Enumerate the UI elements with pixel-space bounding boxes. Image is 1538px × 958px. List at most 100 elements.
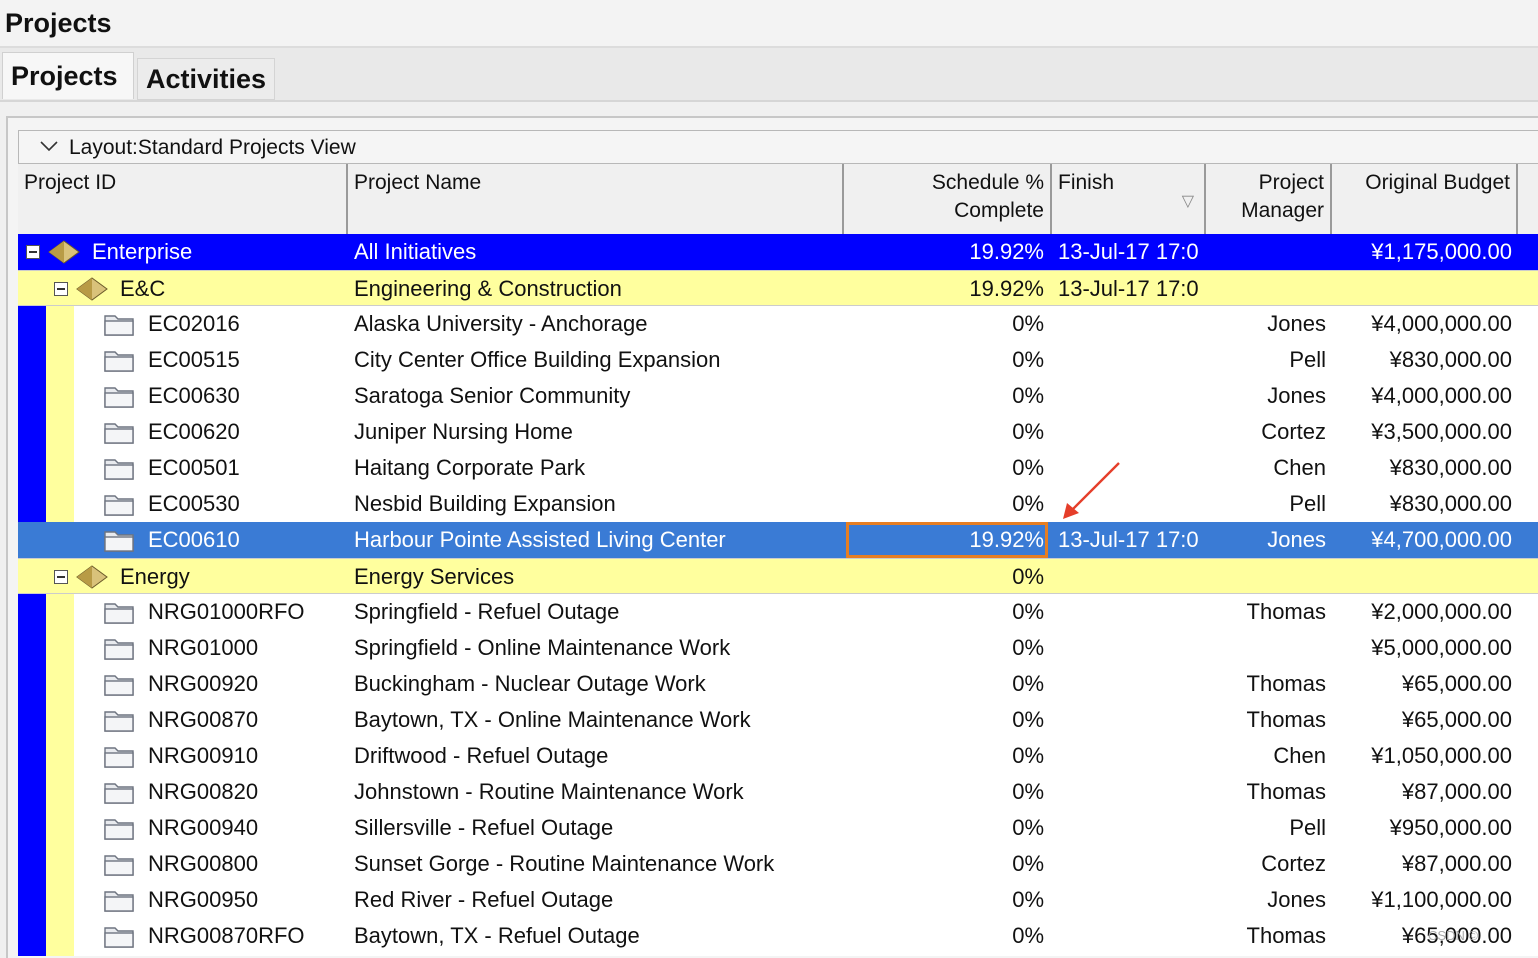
schedule-pct-cell: 0% — [1012, 923, 1044, 948]
table-row[interactable]: EC00530 Nesbid Building Expansion 0% Pell ¥8… — [74, 486, 1538, 522]
collapse-toggle-icon[interactable] — [54, 570, 68, 584]
column-header-row: Project ID Project Name Schedule % Compl… — [18, 164, 1538, 236]
project-manager-cell: Cortez — [1261, 419, 1326, 444]
project-name-cell: Baytown, TX - Online Maintenance Work — [354, 707, 751, 732]
folder-icon — [104, 387, 134, 408]
folder-icon — [104, 711, 134, 732]
watermark: CSDN © — [1428, 928, 1479, 943]
folder-icon — [104, 747, 134, 768]
project-manager-cell: Thomas — [1246, 923, 1326, 948]
table-row[interactable]: EC00620 Juniper Nursing Home 0% Cortez ¥3,50… — [74, 414, 1538, 450]
project-manager-cell: Thomas — [1246, 707, 1326, 732]
table-row[interactable]: NRG01000RFO Springfield - Refuel Outage 0%… — [74, 594, 1538, 630]
project-manager-cell: Thomas — [1246, 599, 1326, 624]
project-id-cell: NRG00870RFO — [148, 923, 305, 948]
project-id-cell: NRG00800 — [148, 851, 259, 876]
schedule-pct-cell: 0% — [1012, 635, 1044, 660]
folder-icon — [104, 603, 134, 624]
project-name-cell: Nesbid Building Expansion — [354, 491, 616, 516]
focused-cell-outline — [846, 522, 1048, 558]
project-name-cell: Sunset Gorge - Routine Maintenance Work — [354, 851, 775, 876]
energy-indent-bar — [46, 594, 74, 956]
schedule-pct-cell: 0% — [1012, 707, 1044, 732]
column-header-finish[interactable]: Finish ▽ — [1052, 164, 1206, 234]
table-row[interactable]: NRG01000 Springfield - Online Maintenance… — [74, 630, 1538, 666]
original-budget-cell: ¥3,500,000.00 — [1371, 419, 1512, 444]
schedule-pct-cell: 0% — [1012, 419, 1044, 444]
original-budget-cell: ¥65,000.00 — [1401, 671, 1512, 696]
project-manager-cell: Chen — [1273, 455, 1326, 480]
original-budget-cell: ¥830,000.00 — [1389, 491, 1512, 516]
project-manager-cell: Pell — [1289, 815, 1326, 840]
project-id-cell: EC00610 — [148, 527, 240, 552]
group-row[interactable]: Energy Energy Services 0% — [18, 558, 1538, 594]
chevron-down-icon[interactable] — [39, 139, 59, 153]
project-manager-cell: Pell — [1289, 491, 1326, 516]
project-name-cell: Energy Services — [354, 564, 515, 589]
tab-activities[interactable]: Activities — [137, 58, 275, 100]
project-name-cell: Red River - Refuel Outage — [354, 887, 614, 912]
project-name-cell: Baytown, TX - Refuel Outage — [354, 923, 640, 948]
table-row[interactable]: NRG00910 Driftwood - Refuel Outage 0% Chen ¥… — [74, 738, 1538, 774]
schedule-pct-cell: 0% — [1012, 491, 1044, 516]
original-budget-cell: ¥950,000.00 — [1389, 815, 1512, 840]
projects-grid[interactable]: Enterprise All Initiatives 19.92% 13-Jul-17… — [18, 234, 1538, 956]
project-name-cell: Haitang Corporate Park — [354, 455, 586, 480]
layout-bar[interactable]: Layout:Standard Projects View — [18, 130, 1538, 164]
original-budget-cell: ¥830,000.00 — [1389, 455, 1512, 480]
finish-cell: 13-Jul-17 17:0( — [1058, 527, 1200, 552]
column-header-original-budget[interactable]: Original Budget — [1332, 164, 1518, 234]
project-name-cell: Springfield - Online Maintenance Work — [354, 635, 731, 660]
column-header-project-id[interactable]: Project ID — [18, 164, 348, 234]
schedule-pct-cell: 0% — [1012, 887, 1044, 912]
schedule-pct-cell: 0% — [1012, 564, 1044, 589]
project-name-cell: Buckingham - Nuclear Outage Work — [354, 671, 706, 696]
table-row[interactable]: NRG00820 Johnstown - Routine Maintenance … — [74, 774, 1538, 810]
project-id-cell: NRG00950 — [148, 887, 259, 912]
project-id-cell: NRG01000 — [148, 635, 259, 660]
original-budget-cell: ¥4,000,000.00 — [1371, 311, 1512, 336]
project-id-cell: EC00515 — [148, 347, 240, 372]
table-row[interactable]: EC00515 City Center Office Building Expan… — [74, 342, 1538, 378]
table-row[interactable]: NRG00950 Red River - Refuel Outage 0% Jones… — [74, 882, 1538, 918]
original-budget-cell: ¥4,000,000.00 — [1371, 383, 1512, 408]
folder-icon — [104, 927, 134, 948]
window-title: Projects — [5, 8, 112, 38]
project-manager-cell: Thomas — [1246, 671, 1326, 696]
table-row[interactable]: EC02016 Alaska University - Anchorage 0% Jo… — [74, 306, 1538, 342]
schedule-pct-cell: 0% — [1012, 743, 1044, 768]
table-row[interactable]: NRG00800 Sunset Gorge - Routine Maintenan… — [74, 846, 1538, 882]
folder-icon — [104, 495, 134, 516]
table-row[interactable]: EC00501 Haitang Corporate Park 0% Chen ¥830,… — [74, 450, 1538, 486]
project-id-cell: EC00530 — [148, 491, 240, 516]
project-id-cell: E&C — [120, 276, 166, 301]
project-manager-cell: Chen — [1273, 743, 1326, 768]
original-budget-cell: ¥87,000.00 — [1401, 851, 1512, 876]
column-header-project-name[interactable]: Project Name — [348, 164, 844, 234]
enterprise-indent-bar — [18, 270, 46, 956]
project-id-cell: Enterprise — [92, 239, 193, 264]
collapse-toggle-icon[interactable] — [26, 245, 40, 259]
table-row[interactable]: EC00610 Harbour Pointe Assisted Living Ce… — [18, 522, 1538, 558]
table-row[interactable]: NRG00920 Buckingham - Nuclear Outage Work… — [74, 666, 1538, 702]
column-header-project-manager[interactable]: Project Manager — [1206, 164, 1332, 234]
table-row[interactable]: EC00630 Saratoga Senior Community 0% Jones ¥… — [74, 378, 1538, 414]
tab-projects[interactable]: Projects — [2, 52, 134, 99]
folder-icon — [104, 675, 134, 696]
tab-strip: Projects Activities — [0, 48, 1538, 102]
finish-cell: 13-Jul-17 17:0( — [1058, 239, 1200, 264]
original-budget-cell: ¥65,000.00 — [1401, 707, 1512, 732]
original-budget-cell: ¥87,000.00 — [1401, 779, 1512, 804]
table-row[interactable]: NRG00870 Baytown, TX - Online Maintenance… — [74, 702, 1538, 738]
original-budget-cell: ¥1,100,000.00 — [1371, 887, 1512, 912]
table-row[interactable]: NRG00870RFO Baytown, TX - Refuel Outage 0%… — [74, 918, 1538, 954]
project-id-cell: NRG00870 — [148, 707, 259, 732]
schedule-pct-cell: 0% — [1012, 815, 1044, 840]
column-header-schedule-pct[interactable]: Schedule % Complete — [844, 164, 1052, 234]
table-row[interactable]: NRG00940 Sillersville - Refuel Outage 0% Pe… — [74, 810, 1538, 846]
folder-icon — [104, 531, 134, 552]
original-budget-cell: ¥4,700,000.00 — [1371, 527, 1512, 552]
enterprise-row[interactable]: Enterprise All Initiatives 19.92% 13-Jul-17… — [18, 234, 1538, 270]
collapse-toggle-icon[interactable] — [54, 282, 68, 296]
group-row[interactable]: E&C Engineering & Construction 19.92% 13-Ju… — [18, 270, 1538, 306]
